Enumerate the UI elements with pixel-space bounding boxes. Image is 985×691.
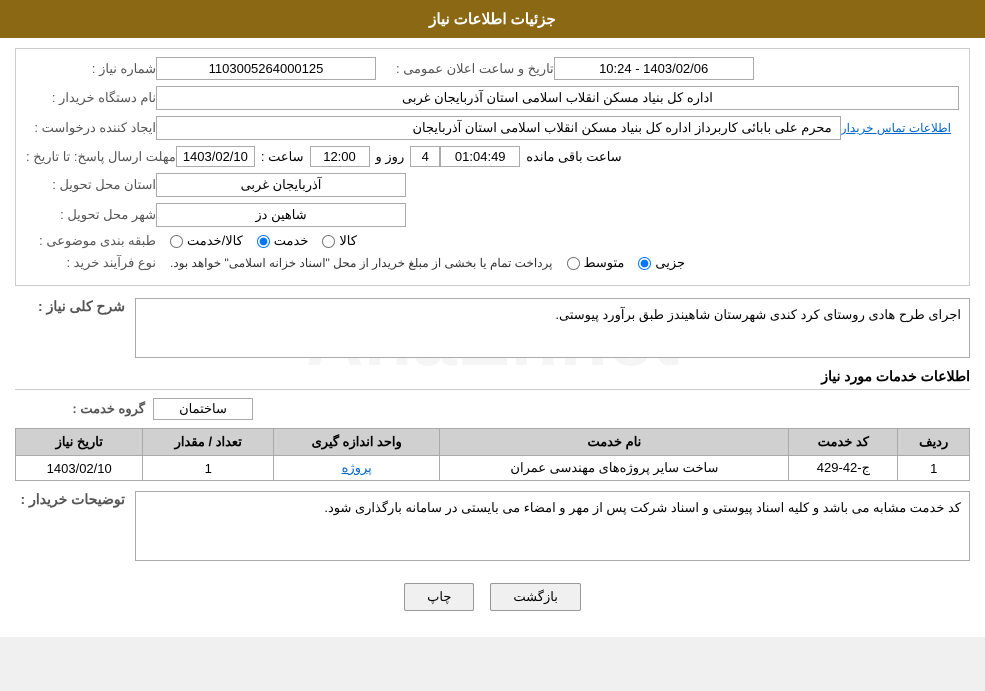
col-unit: واحد اندازه گیری [274,429,440,456]
response-date-value: 1403/02/10 [176,146,255,167]
cell-unit[interactable]: پروژه [274,456,440,481]
buyer-notes-text: کد خدمت مشابه می باشد و کلیه اسناد پیوست… [324,500,961,515]
purchase-option-partial[interactable]: جزیی [638,255,685,271]
cell-qty: 1 [143,456,274,481]
description-box: اجرای طرح هادی روستای کرد کندی شهرستان ش… [135,298,970,358]
table-row: 1ج-42-429ساخت سایر پروژه‌های مهندسی عمرا… [16,456,970,481]
province-value: آذربایجان غربی [156,173,406,197]
province-label: استان محل تحویل : [26,177,156,193]
category-label: طبقه بندی موضوعی : [26,233,156,249]
remaining-time-value: 01:04:49 [440,146,520,167]
page-title: جزئیات اطلاعات نیاز [429,11,556,28]
col-service-name: نام خدمت [440,429,789,456]
purchase-medium-label: متوسط [584,255,625,271]
category-radio-service[interactable] [257,235,270,248]
announcement-date-label: تاریخ و ساعت اعلان عمومی : [396,61,554,77]
need-number-label: شماره نیاز : [26,61,156,77]
response-days-value: 4 [410,146,440,167]
remaining-time-label: ساعت باقی مانده [520,149,627,165]
category-option-service[interactable]: خدمت [257,233,309,249]
category-goods-label: کالا [339,233,357,249]
purchase-notice: پرداخت تمام یا بخشی از مبلغ خریدار از مح… [170,256,553,270]
category-option-label: کالا/خدمت [187,233,243,249]
col-row-num: ردیف [898,429,970,456]
category-service-label: خدمت [274,233,309,249]
purchase-partial-label: جزیی [655,255,685,271]
province-row: استان محل تحویل : آذربایجان غربی [26,173,959,197]
info-section: شماره نیاز : 1103005264000125 تاریخ و سا… [15,48,970,286]
col-service-code: کد خدمت [789,429,898,456]
back-button[interactable]: بازگشت [490,583,580,611]
purchase-radio-partial[interactable] [638,257,651,270]
description-section: شرح کلی نیاز : اجرای طرح هادی روستای کرد… [15,298,970,358]
contact-link[interactable]: اطلاعات تماس خریدار [841,121,951,135]
creator-label: ایجاد کننده درخواست : [26,120,156,136]
buyer-notes-box: کد خدمت مشابه می باشد و کلیه اسناد پیوست… [135,491,970,561]
cell-service-name: ساخت سایر پروژه‌های مهندسی عمران [440,456,789,481]
cell-date: 1403/02/10 [16,456,143,481]
response-days-label: روز و [370,149,411,165]
cell-row-num: 1 [898,456,970,481]
purchase-option-medium[interactable]: متوسط [567,255,625,271]
description-title: شرح کلی نیاز : [15,298,125,315]
page-header: جزئیات اطلاعات نیاز [0,0,985,38]
description-text: اجرای طرح هادی روستای کرد کندی شهرستان ش… [555,307,961,322]
response-time-label: ساعت : [255,149,310,165]
footer-buttons: بازگشت چاپ [15,569,970,627]
services-section-title: اطلاعات خدمات مورد نیاز [15,368,970,390]
response-deadline-row: مهلت ارسال پاسخ: تا تاریخ : 1403/02/10 س… [26,146,959,167]
buyer-org-row: نام دستگاه خریدار : اداره کل بنیاد مسکن … [26,86,959,110]
print-button[interactable]: چاپ [404,583,474,611]
creator-row: ایجاد کننده درخواست : محرم علی بابائی کا… [26,116,959,140]
city-value: شاهین دز [156,203,406,227]
service-group-label: گروه خدمت : [15,401,145,417]
purchase-type-label: نوع فرآیند خرید : [26,255,156,271]
creator-value: محرم علی بابائی کاربرداز اداره کل بنیاد … [156,116,841,140]
response-deadline-label: مهلت ارسال پاسخ: تا تاریخ : [26,149,176,165]
city-label: شهر محل تحویل : [26,207,156,223]
service-group-row: گروه خدمت : ساختمان [15,398,970,420]
table-header-row: ردیف کد خدمت نام خدمت واحد اندازه گیری ت… [16,429,970,456]
need-number-row: شماره نیاز : 1103005264000125 تاریخ و سا… [26,57,959,80]
services-table: ردیف کد خدمت نام خدمت واحد اندازه گیری ت… [15,428,970,481]
purchase-type-row: نوع فرآیند خرید : پرداخت تمام یا بخشی از… [26,255,959,271]
city-row: شهر محل تحویل : شاهین دز [26,203,959,227]
buyer-org-label: نام دستگاه خریدار : [26,90,156,106]
need-number-value: 1103005264000125 [156,57,376,80]
service-group-value: ساختمان [153,398,253,420]
buyer-notes-section: توضیحات خریدار : کد خدمت مشابه می باشد و… [15,491,970,561]
col-qty: تعداد / مقدار [143,429,274,456]
announcement-date-value: 1403/02/06 - 10:24 [554,57,754,80]
category-option-goods[interactable]: کالا [322,233,357,249]
category-radio-goods[interactable] [322,235,335,248]
category-radio-goods-service[interactable] [170,235,183,248]
buyer-notes-title: توضیحات خریدار : [15,491,125,508]
category-option-goods-service[interactable]: کالا/خدمت [170,233,243,249]
buyer-org-value: اداره کل بنیاد مسکن انقلاب اسلامی استان … [156,86,959,110]
cell-service-code: ج-42-429 [789,456,898,481]
col-date: تاریخ نیاز [16,429,143,456]
purchase-radio-medium[interactable] [567,257,580,270]
response-time-value: 12:00 [310,146,370,167]
category-row: طبقه بندی موضوعی : کالا/خدمت خدمت کالا [26,233,959,249]
